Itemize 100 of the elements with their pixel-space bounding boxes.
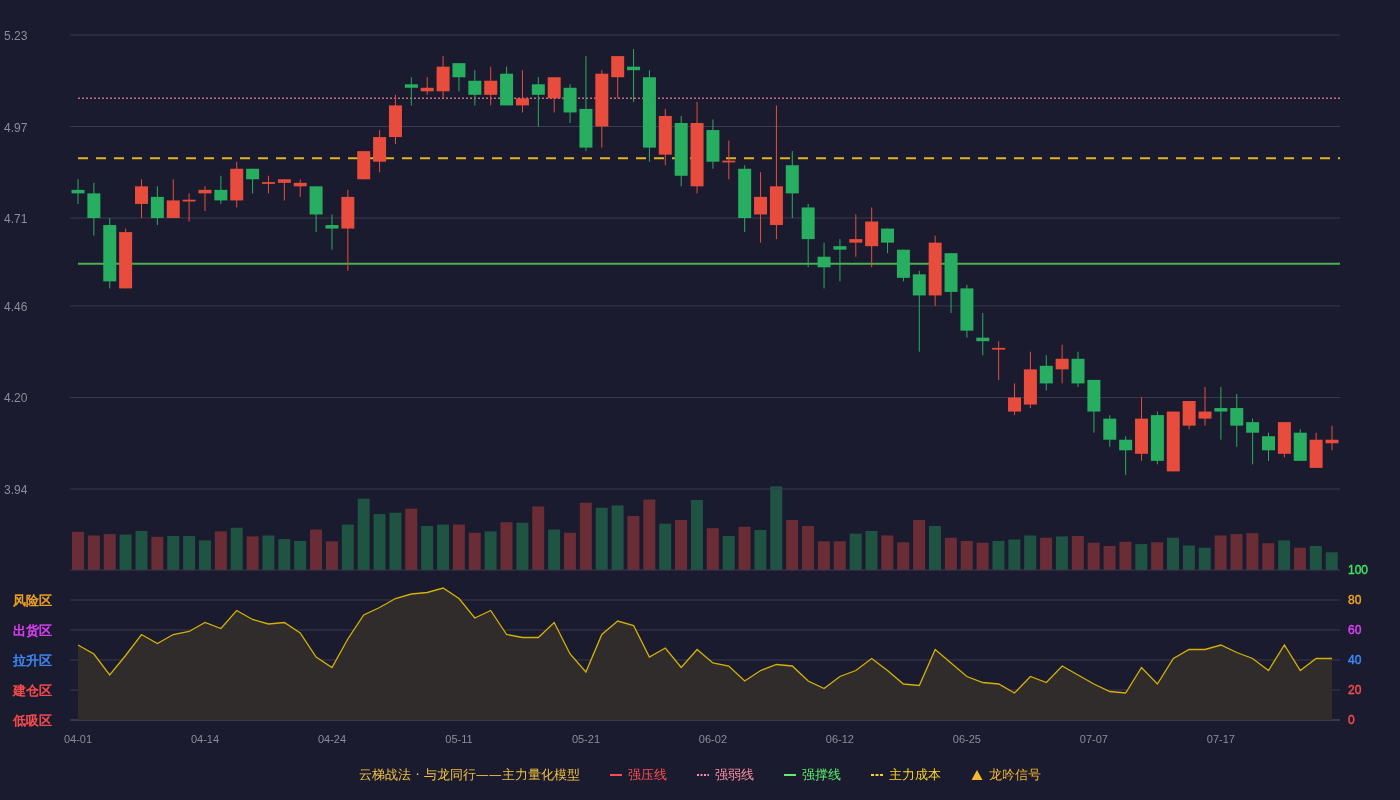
candlestick [1150, 411, 1164, 465]
candlestick [87, 182, 101, 237]
candlestick [135, 178, 148, 219]
candlestick [1071, 351, 1085, 388]
axis-label: 60 [1348, 623, 1362, 637]
candlestick [468, 69, 482, 106]
axis-label: 4.20 [4, 391, 28, 406]
candlestick [388, 94, 402, 145]
axis-label: 20 [1348, 683, 1362, 697]
candlestick [515, 69, 529, 113]
axis-label: 0 [1348, 713, 1355, 727]
candlestick [1182, 400, 1196, 430]
axis-label: 100 [1348, 563, 1369, 577]
candlestick [262, 175, 275, 194]
candlestick [1246, 418, 1260, 465]
zone-label: 拉升区 [13, 653, 52, 668]
candlestick [563, 83, 577, 124]
candlestick [246, 168, 260, 194]
candlestick [1293, 428, 1307, 462]
candlestick [785, 150, 799, 219]
candlestick [150, 185, 164, 226]
candlestick [722, 140, 736, 180]
candlestick [896, 249, 910, 282]
axis-label: 07-17 [1206, 733, 1235, 745]
candlestick [1309, 432, 1323, 469]
candlestick [706, 118, 720, 170]
legend-label: 强压线 [627, 766, 667, 784]
candlestick [658, 108, 672, 166]
candlestick [500, 66, 514, 106]
candlestick [1262, 432, 1275, 462]
candlestick [277, 178, 291, 201]
candlestick [1198, 386, 1212, 427]
candlestick [293, 178, 307, 198]
axis-label: 05-11 [445, 733, 473, 745]
axis-label: 80 [1348, 593, 1362, 607]
candlestick [1055, 344, 1069, 384]
candlestick [484, 66, 498, 106]
candlestick [1230, 393, 1244, 448]
zone-label: 建仓区 [13, 683, 52, 698]
zone-label: 低吸区 [13, 713, 52, 728]
candlestick [881, 228, 895, 254]
axis-label: 04-24 [317, 733, 347, 745]
axis-label: 4.46 [4, 300, 28, 314]
axis-label: 06-25 [952, 733, 981, 745]
candlestick [1325, 425, 1339, 451]
candlestick [1277, 421, 1291, 458]
candlestick [611, 55, 625, 99]
candlestick [960, 284, 974, 339]
candlestick [230, 161, 244, 208]
axis-label: 06-12 [825, 733, 854, 745]
candlestick [992, 340, 1006, 381]
zone-label: 出货区 [13, 623, 52, 638]
candlestick [738, 164, 752, 233]
candlestick [1214, 386, 1228, 441]
candlestick [1166, 411, 1180, 472]
candlestick [1135, 397, 1148, 462]
axis-label: 06-02 [698, 733, 727, 745]
candlestick [198, 185, 212, 212]
candlestick [547, 76, 561, 113]
candlestick [674, 115, 688, 187]
candlestick [452, 62, 466, 92]
axis-label: 05-21 [571, 733, 600, 745]
candlestick [928, 235, 942, 307]
axis-label: 04-14 [190, 733, 220, 745]
candlestick [801, 203, 815, 268]
candlestick [865, 206, 879, 268]
candlestick [325, 214, 339, 251]
candlestick [1119, 435, 1133, 476]
candlestick [436, 55, 450, 99]
legend-label: 强撑线 [801, 766, 841, 784]
candlestick [166, 178, 180, 219]
axis-label: 40 [1348, 653, 1362, 667]
candlestick [357, 150, 371, 180]
candlestick [976, 312, 990, 356]
candlestick [182, 192, 196, 223]
candlestick [531, 76, 545, 127]
axis-label: 4.71 [4, 212, 28, 226]
candlestick [849, 214, 863, 258]
candlestick [1039, 354, 1053, 391]
candlestick [833, 238, 847, 282]
legend-label: 主力成本 [888, 766, 941, 784]
axis-label: 5.23 [4, 29, 28, 43]
zone-label: 风险区 [13, 593, 52, 608]
candlestick [1087, 379, 1101, 434]
candlestick [1103, 414, 1117, 448]
legend-label: 龙吟信号 [988, 766, 1041, 784]
axis-label: 04-01 [63, 733, 93, 745]
axis-label: 07-07 [1079, 733, 1108, 745]
candlestick [214, 175, 228, 205]
candlestick [817, 242, 831, 289]
axis-label: 3.94 [4, 483, 28, 497]
candlestick [309, 185, 323, 233]
axis-label: 4.97 [4, 120, 28, 135]
candlestick [119, 228, 133, 289]
candlestick [404, 76, 418, 106]
candlestick [71, 178, 85, 205]
candlestick [944, 252, 958, 314]
candlestick [420, 76, 434, 96]
legend-label: 强弱线 [714, 766, 754, 784]
legend-title: 云梯战法 · 与龙同行——主力量化模型 [359, 766, 580, 784]
